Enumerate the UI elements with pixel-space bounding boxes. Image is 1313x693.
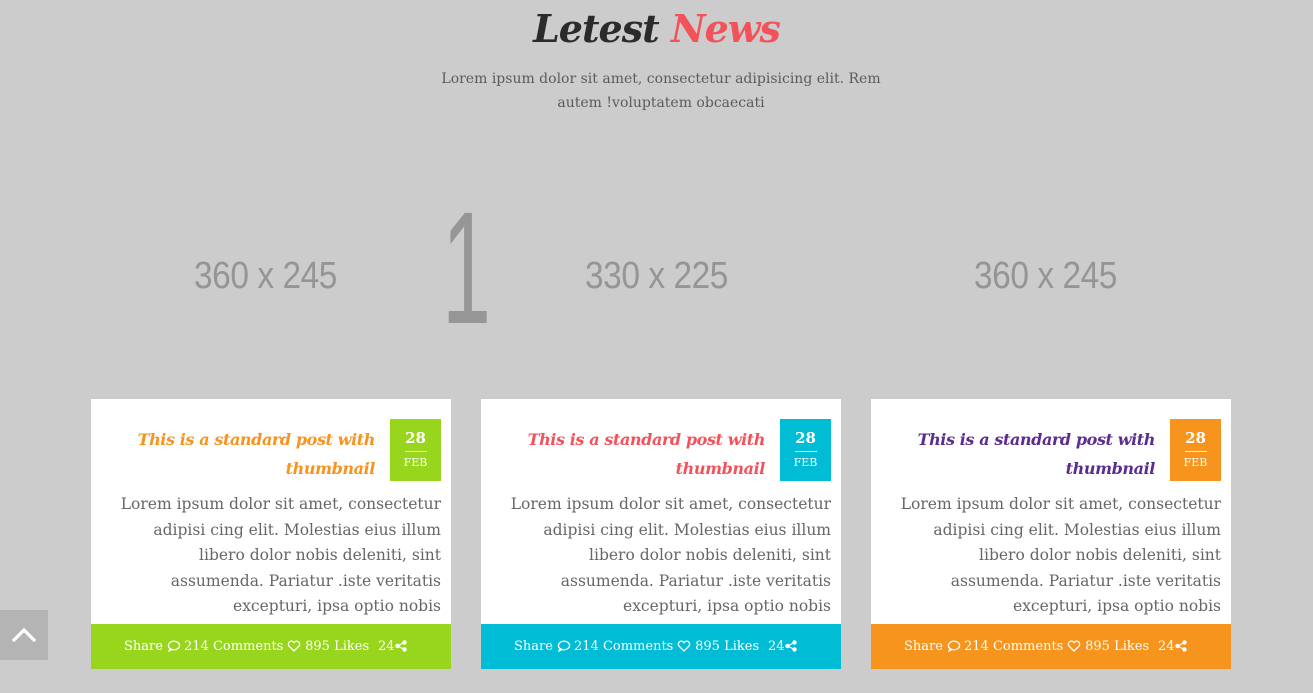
comment-icon [167, 639, 181, 654]
shares-link[interactable]: 24 [378, 639, 407, 655]
news-card: This is a standard post with thumbnail 2… [871, 399, 1231, 669]
date-month: FEB [403, 456, 428, 469]
section-subtitle: Lorem ipsum dolor sit amet, consectetur … [441, 71, 881, 111]
post-excerpt: Lorem ipsum dolor sit amet, consectetur … [900, 495, 1221, 615]
date-month: FEB [1183, 456, 1208, 469]
comments-count[interactable]: 214 Comments [964, 639, 1063, 655]
likes-link[interactable]: 895 Likes [677, 639, 759, 655]
post-footer: Share 214 Comments 895 Likes 24 [91, 624, 451, 669]
date-badge: 28 FEB [1170, 419, 1221, 481]
share-link[interactable]: Share [124, 639, 181, 655]
slider-number: 1 [442, 178, 491, 357]
heart-icon [1067, 639, 1081, 654]
post-title[interactable]: This is a standard post with thumbnail [895, 425, 1156, 483]
comments-count[interactable]: 214 Comments [184, 639, 283, 655]
post-excerpt: Lorem ipsum dolor sit amet, consectetur … [120, 495, 441, 615]
shares-count: 24 [1158, 639, 1175, 654]
shares-count: 24 [378, 639, 395, 654]
comments-count[interactable]: 214 Comments [574, 639, 673, 655]
share-label: Share [904, 639, 943, 654]
post-excerpt: Lorem ipsum dolor sit amet, consectetur … [510, 495, 831, 615]
shares-link[interactable]: 24 [1158, 639, 1187, 655]
heart-icon [287, 639, 301, 654]
news-card: This is a standard post with thumbnail 2… [481, 399, 841, 669]
likes-count: 895 Likes [695, 639, 760, 654]
shares-link[interactable]: 24 [768, 639, 797, 655]
likes-link[interactable]: 895 Likes [287, 639, 369, 655]
image-placeholder-3: 360 x 245 [974, 255, 1117, 297]
share-link[interactable]: Share [904, 639, 961, 655]
post-footer: Share 214 Comments 895 Likes 24 [871, 624, 1231, 669]
date-badge: 28 FEB [390, 419, 441, 481]
share-icon [784, 639, 797, 654]
post-title[interactable]: This is a standard post with thumbnail [115, 425, 376, 483]
image-placeholder-1: 360 x 245 [194, 255, 337, 297]
comment-icon [947, 639, 961, 654]
post-footer: Share 214 Comments 895 Likes 24 [481, 624, 841, 669]
section-title: Letest News [0, 6, 1313, 51]
date-day: 28 [794, 429, 817, 452]
share-icon [394, 639, 407, 654]
date-badge: 28 FEB [780, 419, 831, 481]
shares-count: 24 [768, 639, 785, 654]
post-title[interactable]: This is a standard post with thumbnail [505, 425, 766, 483]
date-month: FEB [793, 456, 818, 469]
share-label: Share [124, 639, 163, 654]
back-to-top-button[interactable] [0, 610, 48, 660]
likes-count: 895 Likes [305, 639, 370, 654]
likes-link[interactable]: 895 Likes [1067, 639, 1149, 655]
share-icon [1174, 639, 1187, 654]
section-title-accent: News [670, 6, 781, 51]
share-link[interactable]: Share [514, 639, 571, 655]
likes-count: 895 Likes [1085, 639, 1150, 654]
share-label: Share [514, 639, 553, 654]
image-placeholder-2: 330 x 225 [585, 255, 728, 297]
section-title-dark: Letest [533, 6, 660, 51]
date-day: 28 [1184, 429, 1207, 452]
heart-icon [677, 639, 691, 654]
date-day: 28 [404, 429, 427, 452]
news-card: This is a standard post with thumbnail 2… [91, 399, 451, 669]
comment-icon [557, 639, 571, 654]
